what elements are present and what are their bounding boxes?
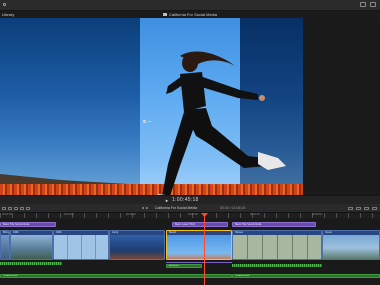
- solo-icon[interactable]: [356, 207, 361, 210]
- snapping-icon[interactable]: [364, 207, 369, 210]
- selected-video-clip[interactable]: Beach: [166, 230, 232, 260]
- video-clip[interactable]: Coast: [322, 230, 380, 260]
- clip-thumbnail: [167, 235, 231, 259]
- append-clip-icon[interactable]: [20, 207, 24, 210]
- title-clip-label: Basic Lower Third: [175, 223, 195, 226]
- final-cut-window: Library California For Social Media ► 1:…: [0, 0, 380, 285]
- viewer-header: Library California For Social Media: [0, 11, 380, 18]
- audio-skimming-icon[interactable]: [348, 207, 353, 210]
- title-clip[interactable]: Basic Lower Third: [172, 222, 228, 227]
- ruler-tick: 00:00:30: [188, 213, 198, 216]
- video-clip[interactable]: Jump: [109, 230, 165, 260]
- ruler-tick: 00:00:20: [126, 213, 136, 216]
- video-clip[interactable]: Bixby: [0, 230, 10, 260]
- audio-clip-label: Ambience: [169, 265, 179, 267]
- project-title: California For Social Media: [0, 11, 380, 18]
- clip-thumbnail: [233, 235, 321, 259]
- music-clip[interactable]: Cheerful Music: [0, 274, 232, 278]
- title-clip-label: Basic Title Social Media: [3, 223, 30, 226]
- connected-clip-line: [166, 262, 232, 263]
- timeline-toolbar: ◄ ► California For Social Media 00:30 / …: [0, 204, 380, 213]
- playhead[interactable]: [204, 213, 205, 285]
- select-tool-icon[interactable]: [26, 207, 30, 210]
- timeline-history-nav[interactable]: ◄ ►: [141, 204, 149, 213]
- ruler-tick: 00:00:50: [312, 213, 322, 216]
- insert-clip-icon[interactable]: [14, 207, 18, 210]
- video-clip[interactable]: Horses: [232, 230, 322, 260]
- title-clip[interactable]: Basic Title Social Media: [232, 222, 316, 227]
- timeline-right-tools: [348, 207, 377, 210]
- timecode-bar: ► 1:00:45:18: [0, 195, 380, 204]
- video-clip[interactable]: Cliffs: [53, 230, 109, 260]
- clip-appearance-icon[interactable]: [372, 207, 377, 210]
- viewer-side-panel: [303, 18, 380, 195]
- timeline-left-tools: [2, 207, 30, 210]
- audio-clip[interactable]: Ambience: [166, 264, 202, 268]
- crop-handle-icon[interactable]: [142, 119, 152, 124]
- timeline[interactable]: Basic Title Social Media Basic Lower Thi…: [0, 218, 380, 285]
- ruler-tick: 00:00:40: [250, 213, 260, 216]
- audio-waveform: [232, 264, 322, 267]
- index-icon[interactable]: [2, 207, 6, 210]
- title-clip[interactable]: Basic Title Social Media: [0, 222, 56, 227]
- top-right-toolbar: [360, 2, 376, 7]
- inspector-toggle-icon[interactable]: [360, 2, 366, 7]
- clip-thumbnail: [323, 235, 379, 259]
- video-clip[interactable]: Cliffs: [10, 230, 53, 260]
- audio-waveform: [0, 262, 62, 265]
- audio-clip-label: Cheerful Music: [235, 275, 250, 277]
- timeline-duration: 00:30 / 01:06:15: [220, 206, 246, 210]
- connect-clip-icon[interactable]: [8, 207, 12, 210]
- timeline-title: California For Social Media: [155, 206, 198, 210]
- clip-thumbnail: [54, 235, 108, 259]
- audio-clip-label: Cheerful Music: [3, 275, 18, 277]
- share-icon[interactable]: [370, 2, 376, 7]
- clip-thumbnail: [11, 235, 52, 259]
- music-clip[interactable]: Cheerful Music: [232, 274, 380, 278]
- ruler-tick: 00:00:00: [2, 213, 12, 216]
- jumping-person-image: [157, 51, 286, 195]
- project-title-text: California For Social Media: [168, 12, 218, 17]
- ruler-tick: 00:00:10: [64, 213, 74, 216]
- title-clip-label: Basic Title Social Media: [235, 223, 262, 226]
- viewer[interactable]: [0, 18, 303, 195]
- film-icon: [162, 13, 167, 17]
- clip-thumbnail: [110, 235, 164, 259]
- library-toggle-icon[interactable]: [3, 3, 8, 8]
- clip-thumbnail: [1, 235, 9, 259]
- top-toolbar: [0, 0, 380, 11]
